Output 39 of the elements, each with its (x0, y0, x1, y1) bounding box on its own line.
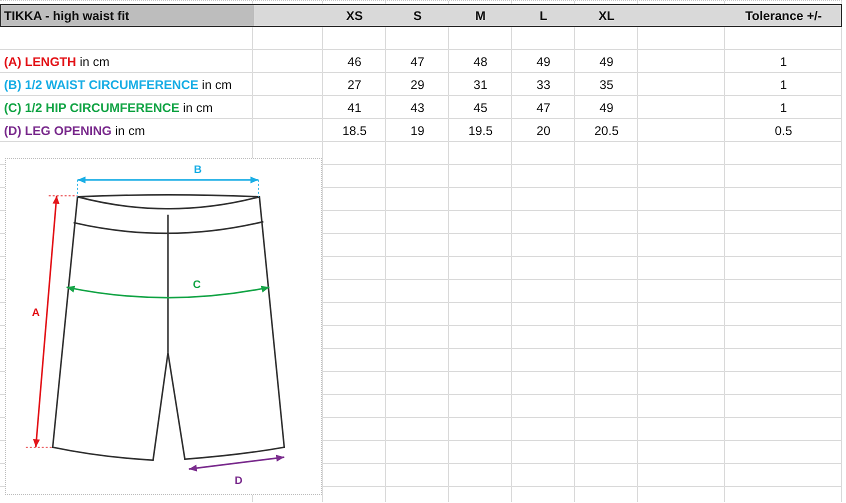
table-cell-text: 20 (536, 122, 552, 140)
table-cell-text: 20.5 (593, 122, 620, 140)
table-cell-text: 45 (472, 100, 488, 116)
size-header: XL (598, 8, 616, 24)
measurement-label: (A) LENGTH in cm (4, 54, 110, 68)
table-cell-text: 49 (598, 54, 614, 70)
tolerance-cell-text: 1 (779, 100, 788, 116)
table-cell-text: 47 (410, 54, 426, 70)
size-header: L (538, 8, 548, 24)
size-header: XS (345, 8, 364, 24)
measurement-label: (C) 1/2 HIP CIRCUMFERENCE in cm (4, 100, 213, 114)
dimension-label: C (192, 279, 201, 292)
dimension-label: A (32, 307, 40, 320)
tolerance-cell-text: 0.5 (774, 122, 794, 140)
table-cell-text: 19.5 (467, 122, 494, 140)
size-header: M (474, 8, 487, 24)
table-cell-text: 41 (346, 100, 362, 116)
measurement-label: (D) LEG OPENING in cm (4, 124, 145, 138)
tolerance-header: Tolerance +/- (744, 8, 823, 24)
table-cell-text: 29 (410, 76, 426, 94)
tolerance-cell-text: 1 (779, 76, 788, 94)
sheet-title: TIKKA - high waist fit (3, 8, 130, 25)
table-cell-text: 49 (536, 54, 552, 70)
dimension-label: B (194, 164, 202, 176)
table-cell-text: 31 (472, 76, 488, 94)
table-cell-text: 49 (598, 100, 614, 116)
table-cell-text: 48 (472, 54, 488, 70)
size-header: S (412, 8, 423, 24)
table-cell-text: 47 (536, 100, 552, 116)
table-cell-text: 18.5 (341, 122, 368, 140)
table-cell-text: 19 (410, 122, 426, 140)
table-cell-text: 46 (346, 54, 362, 70)
measurement-label: (B) 1/2 WAIST CIRCUMFERENCE in cm (4, 78, 232, 92)
table-cell-text: 35 (598, 76, 614, 94)
table-cell-text: 33 (536, 76, 552, 94)
table-cell-text: 27 (346, 76, 362, 94)
table-cell-text: 43 (410, 100, 426, 116)
tolerance-cell-text: 1 (779, 54, 788, 70)
dimension-label: D (234, 475, 242, 487)
